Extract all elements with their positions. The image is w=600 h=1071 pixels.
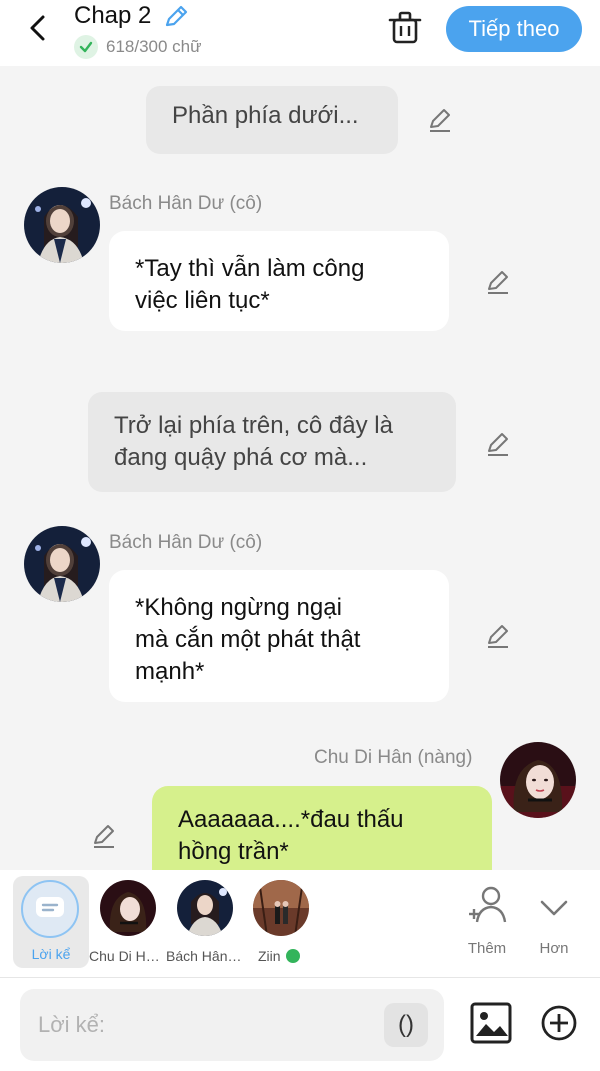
chat-area[interactable]: Phần phía dưới... Bách Hân Dư (cô) *Tay … — [0, 66, 600, 870]
next-button[interactable]: Tiếp theo — [446, 6, 582, 52]
word-count-row: 618/300 chữ — [74, 35, 202, 59]
more-label: Hơn — [539, 940, 569, 957]
narration-bubble[interactable]: Phần phía dưới... — [146, 86, 398, 154]
edit-pencil-icon[interactable] — [90, 822, 118, 850]
narration-line: đang quậy phá cơ mà... — [114, 444, 368, 471]
speech-line: *Tay thì vẫn làm công — [135, 255, 365, 282]
add-character-button[interactable]: Thêm — [457, 880, 517, 968]
speech-line: hồng trần* — [178, 838, 289, 865]
more-button[interactable]: Hơn — [524, 880, 584, 968]
edit-pencil-icon[interactable] — [484, 268, 512, 296]
edit-pencil-icon[interactable] — [426, 106, 454, 134]
speech-line: mà cắn một phát thật — [135, 626, 361, 653]
character-chu-di-han[interactable]: Chu Di Hân (nàng) — [89, 878, 167, 968]
message-input-box[interactable]: () — [20, 989, 444, 1061]
speaker-name: Bách Hân Dư (cô) — [109, 532, 263, 553]
add-label: Thêm — [467, 940, 507, 957]
speech-line: Aaaaaaa....*đau thấu — [178, 806, 404, 833]
character-label: Bách Hân Dư (cô) — [166, 948, 244, 964]
character-label: Ziin — [248, 948, 308, 964]
chat-bubble-icon — [21, 880, 79, 938]
avatar-chu-di-han[interactable] — [500, 742, 576, 818]
composer-bar: () — [0, 978, 600, 1071]
check-icon — [74, 35, 98, 59]
back-arrow-icon[interactable] — [24, 12, 52, 44]
speech-bubble[interactable]: *Tay thì vẫn làm công việc liên tục* — [109, 231, 449, 331]
avatar — [177, 880, 233, 936]
chapter-title: Chap 2 — [74, 2, 152, 29]
speaker-name: Chu Di Hân (nàng) — [314, 747, 473, 768]
speech-bubble[interactable]: *Không ngừng ngại mà cắn một phát thật m… — [109, 570, 449, 702]
avatar — [100, 880, 156, 936]
speech-line: *Không ngừng ngại — [135, 594, 342, 621]
speech-line: việc liên tục* — [135, 287, 270, 314]
chevron-down-icon — [540, 900, 568, 916]
add-circle-icon[interactable] — [540, 1004, 578, 1042]
edit-pencil-icon[interactable] — [484, 430, 512, 458]
character-narrator[interactable]: Lời kể — [13, 876, 89, 968]
parenthesis-button[interactable]: () — [384, 1003, 428, 1047]
narration-bubble[interactable]: Trở lại phía trên, cô đây là đang quậy p… — [88, 392, 456, 492]
character-label: Chu Di Hân (nàng) — [89, 948, 167, 964]
word-count: 618/300 chữ — [106, 37, 202, 56]
trash-icon[interactable] — [388, 10, 422, 46]
user-badge-icon — [286, 949, 301, 963]
avatar — [253, 880, 309, 936]
message-input[interactable] — [38, 1005, 378, 1045]
edit-title-pencil-icon[interactable] — [162, 3, 190, 31]
edit-pencil-icon[interactable] — [484, 622, 512, 650]
avatar-bach-han-du[interactable] — [24, 187, 100, 263]
avatar-bach-han-du[interactable] — [24, 526, 100, 602]
speech-bubble-right[interactable]: Aaaaaaa....*đau thấu hồng trần* — [152, 786, 492, 870]
narration-line: Trở lại phía trên, cô đây là — [114, 412, 393, 439]
add-person-icon — [469, 886, 507, 923]
character-ziin[interactable]: Ziin — [242, 878, 320, 968]
narration-text: Phần phía dưới... — [172, 102, 359, 129]
speech-line: mạnh* — [135, 658, 205, 685]
top-bar: Chap 2 618/300 chữ Tiếp theo — [0, 0, 600, 66]
character-label: Lời kể — [31, 946, 71, 962]
character-selector: Lời kể Chu Di Hân (nàng) Bách Hân Dư (cô… — [0, 870, 600, 978]
image-icon[interactable] — [470, 1002, 512, 1044]
character-bach-han-du[interactable]: Bách Hân Dư (cô) — [166, 878, 244, 968]
speaker-name: Bách Hân Dư (cô) — [109, 193, 263, 214]
